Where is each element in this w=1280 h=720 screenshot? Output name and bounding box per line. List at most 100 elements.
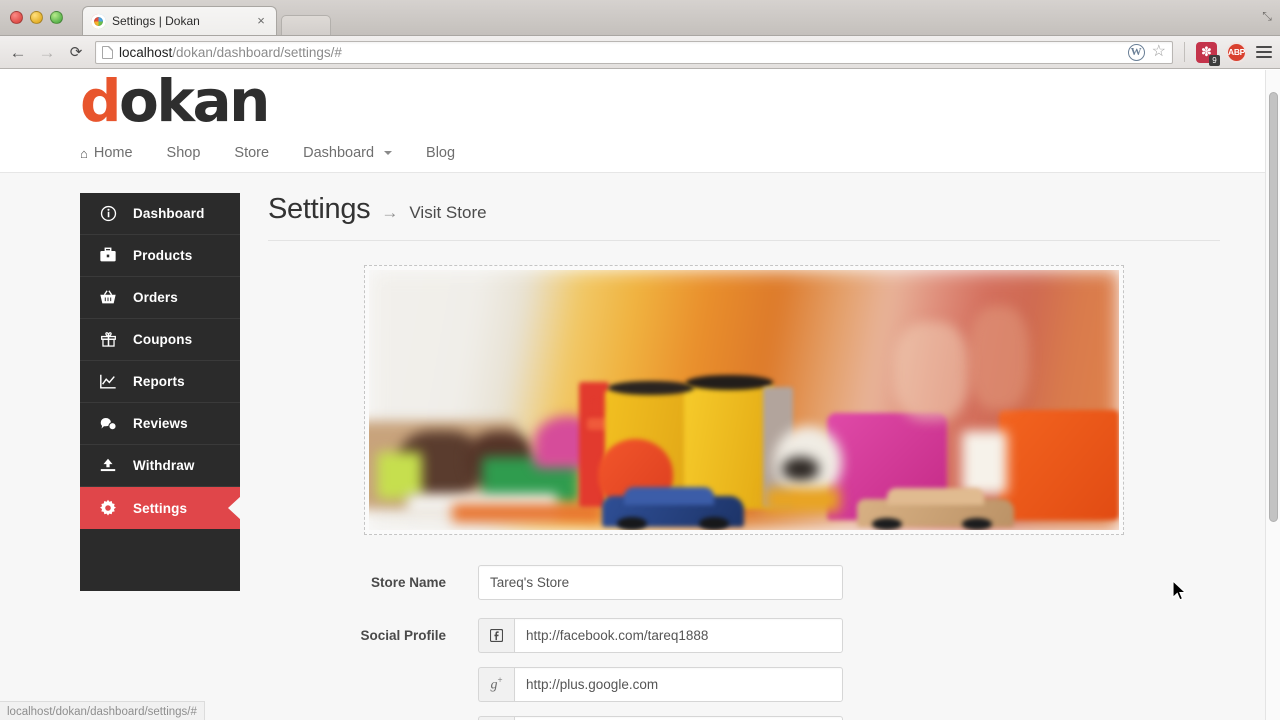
site-navigation: ⌂ Home Shop Store Dashboard Blog (80, 134, 472, 172)
url-text: localhost/dokan/dashboard/settings/# (119, 45, 342, 60)
sidebar-item-orders[interactable]: Orders (80, 277, 240, 319)
adblock-extension-icon[interactable]: ABP (1226, 41, 1247, 63)
google-plus-glyph: g+ (490, 675, 503, 693)
arrow-right-icon: → (381, 203, 399, 222)
logo-rest: okan (119, 70, 270, 135)
browser-tabstrip: Settings | Dokan × ⤡ (0, 0, 1280, 36)
dashboard-info-icon (99, 205, 117, 223)
sidebar-label-coupons: Coupons (133, 332, 193, 347)
banner-foreground-toys (369, 270, 1119, 530)
page-info-icon[interactable] (102, 45, 113, 59)
sidebar-label-products: Products (133, 248, 193, 263)
bookmark-star-icon[interactable]: ☆ (1152, 44, 1166, 60)
tab-title: Settings | Dokan (112, 14, 200, 28)
site-header: dokan ⌂ Home Shop Store Dashboard Blog (0, 70, 1280, 173)
sidebar-item-settings[interactable]: Settings (80, 487, 240, 529)
toolbar-divider (1184, 42, 1185, 62)
briefcase-icon (99, 247, 117, 265)
mouse-cursor (1172, 580, 1187, 601)
nav-item-blog[interactable]: Blog (409, 145, 472, 161)
store-banner-wrapper (268, 265, 1220, 535)
address-bar[interactable]: localhost/dokan/dashboard/settings/# W ☆ (95, 40, 1173, 64)
url-path: /dokan/dashboard/settings/# (172, 44, 342, 60)
social-field-facebook (478, 618, 843, 653)
page-title: Settings (268, 193, 371, 225)
twitter-icon (478, 716, 514, 720)
control-social-profile: g+ (478, 618, 843, 720)
label-social-profile: Social Profile (360, 628, 446, 643)
settings-form: Store Name Social Profile (268, 565, 1220, 720)
tab-close-icon[interactable]: × (254, 14, 268, 28)
sidebar-item-coupons[interactable]: Coupons (80, 319, 240, 361)
google-plus-icon: g+ (478, 667, 514, 702)
browser-status-bubble: localhost/dokan/dashboard/settings/# (0, 701, 205, 720)
dashboard-body: Dashboard Products Orders Coupons Report… (0, 173, 1280, 720)
store-name-input[interactable] (478, 565, 843, 600)
control-store-name (478, 565, 843, 600)
nav-label-shop: Shop (166, 145, 201, 161)
page-viewport: dokan ⌂ Home Shop Store Dashboard Blog D… (0, 70, 1280, 720)
nav-item-store[interactable]: Store (217, 145, 286, 161)
store-banner-dropzone[interactable] (364, 265, 1124, 535)
settings-content: Settings → Visit Store Store Name Tareq'… (268, 193, 1220, 720)
nav-item-dashboard[interactable]: Dashboard (286, 145, 409, 161)
vertical-scrollbar[interactable] (1265, 70, 1280, 720)
sidebar-label-withdraw: Withdraw (133, 458, 195, 473)
gift-icon (99, 331, 117, 349)
gear-icon (99, 499, 117, 517)
page-header: Settings → Visit Store (268, 193, 1220, 241)
sidebar-label-reports: Reports (133, 374, 185, 389)
minimize-button[interactable] (30, 11, 43, 24)
zoom-button[interactable] (50, 11, 63, 24)
nav-item-home[interactable]: ⌂ Home (80, 145, 150, 161)
home-icon: ⌂ (80, 145, 88, 161)
dashboard-sidebar: Dashboard Products Orders Coupons Report… (80, 193, 240, 591)
nav-label-store: Store (234, 145, 270, 161)
new-tab-button[interactable] (281, 15, 331, 35)
sidebar-label-settings: Settings (133, 500, 188, 516)
nav-item-shop[interactable]: Shop (150, 145, 218, 161)
browser-tab[interactable]: Settings | Dokan × (82, 6, 277, 35)
social-field-google-plus: g+ (478, 667, 843, 702)
nav-label-dashboard: Dashboard (303, 145, 375, 161)
chart-line-icon (99, 373, 117, 391)
site-logo[interactable]: dokan (80, 72, 270, 130)
logo-letter-d: d (80, 70, 122, 135)
jetpack-badge-count: 9 (1209, 54, 1220, 66)
twitter-url-input[interactable] (514, 716, 843, 720)
upload-icon (99, 457, 117, 475)
visit-store-link[interactable]: Visit Store (409, 203, 486, 223)
window-restore-icon[interactable]: ⤡ (1260, 9, 1274, 23)
sidebar-item-reports[interactable]: Reports (80, 361, 240, 403)
basket-icon (99, 289, 117, 307)
chrome-favicon (91, 13, 106, 29)
sidebar-item-dashboard[interactable]: Dashboard (80, 193, 240, 235)
jetpack-extension-icon[interactable]: ✽ 9 (1196, 41, 1220, 66)
browser-menu-icon[interactable] (1256, 46, 1272, 58)
sidebar-label-dashboard: Dashboard (133, 206, 205, 221)
browser-toolbar: ← → ⟳ localhost/dokan/dashboard/settings… (0, 36, 1280, 69)
field-row-store-name: Store Name (306, 565, 1220, 600)
google-plus-url-input[interactable] (514, 667, 843, 702)
social-field-twitter (478, 716, 843, 720)
sidebar-item-products[interactable]: Products (80, 235, 240, 277)
address-bar-actions: W ☆ (1127, 43, 1166, 61)
window-traffic-lights (10, 11, 63, 24)
close-button[interactable] (10, 11, 23, 24)
nav-label-blog: Blog (426, 145, 456, 161)
sidebar-item-reviews[interactable]: Reviews (80, 403, 240, 445)
back-button[interactable]: ← (8, 42, 28, 62)
comment-icon (99, 415, 117, 433)
label-store-name: Store Name (370, 575, 446, 590)
forward-button[interactable]: → (37, 42, 57, 62)
sidebar-item-withdraw[interactable]: Withdraw (80, 445, 240, 487)
url-host: localhost (119, 44, 173, 60)
facebook-url-input[interactable] (514, 618, 843, 653)
scrollbar-thumb[interactable] (1269, 92, 1278, 522)
store-banner-image (369, 270, 1119, 530)
reload-button[interactable]: ⟳ (66, 42, 86, 62)
nav-label-home: Home (93, 145, 133, 161)
wordpress-icon[interactable]: W (1127, 43, 1145, 61)
facebook-icon (478, 618, 514, 653)
chevron-down-icon (384, 151, 393, 155)
